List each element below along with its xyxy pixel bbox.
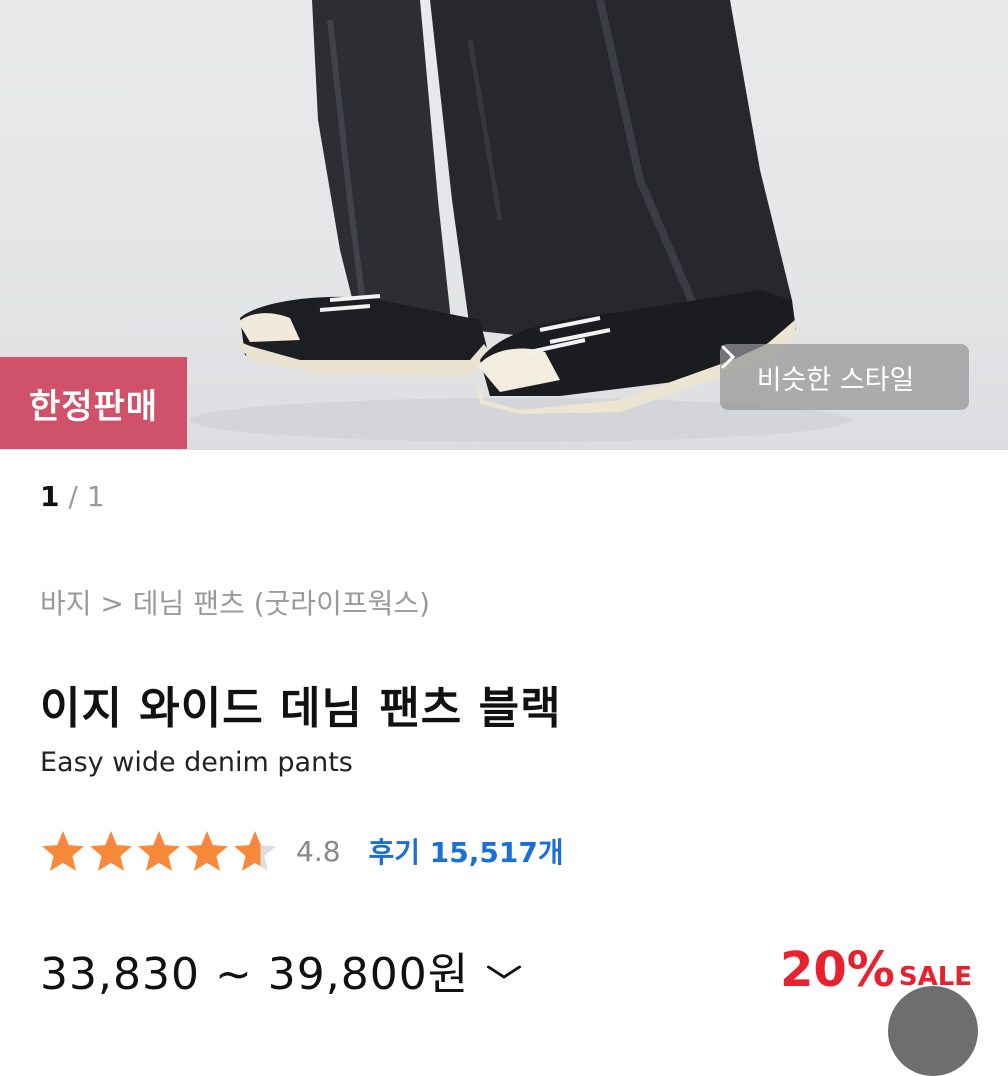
image-counter-separator: /: [59, 480, 87, 513]
image-counter-current: 1: [40, 480, 60, 513]
star-rating: [40, 829, 278, 873]
rating-score: 4.8: [296, 834, 341, 868]
product-subtitle: Easy wide denim pants: [40, 747, 353, 778]
product-title: 이지 와이드 데님 팬츠 블랙: [40, 683, 562, 734]
star-icon: [234, 831, 276, 871]
similar-style-button[interactable]: 비슷한 스타일: [720, 344, 969, 410]
similar-style-label: 비슷한 스타일: [756, 364, 915, 396]
limited-sale-badge: 한정판매: [0, 357, 187, 449]
breadcrumb[interactable]: 바지 > 데님 팬츠 (굿라이프웍스): [40, 582, 430, 622]
price-range: 33,830 ~ 39,800원: [40, 949, 470, 1000]
star-icon: [186, 831, 228, 871]
discount-percent: 20%: [780, 942, 895, 998]
price-row[interactable]: 33,830 ~ 39,800원: [40, 938, 522, 1002]
image-counter: 1 / 1: [40, 480, 105, 513]
star-icon: [138, 831, 180, 871]
reviews-link[interactable]: 후기 15,517개: [369, 831, 564, 871]
rating-row: 4.8 후기 15,517개: [40, 826, 564, 876]
image-counter-total: 1: [86, 480, 105, 513]
product-image[interactable]: 한정판매 비슷한 스타일: [0, 0, 1008, 450]
star-icon: [90, 831, 132, 871]
chevron-down-icon[interactable]: [486, 953, 522, 988]
floating-action-button[interactable]: [888, 986, 978, 1076]
star-icon: [42, 831, 84, 871]
